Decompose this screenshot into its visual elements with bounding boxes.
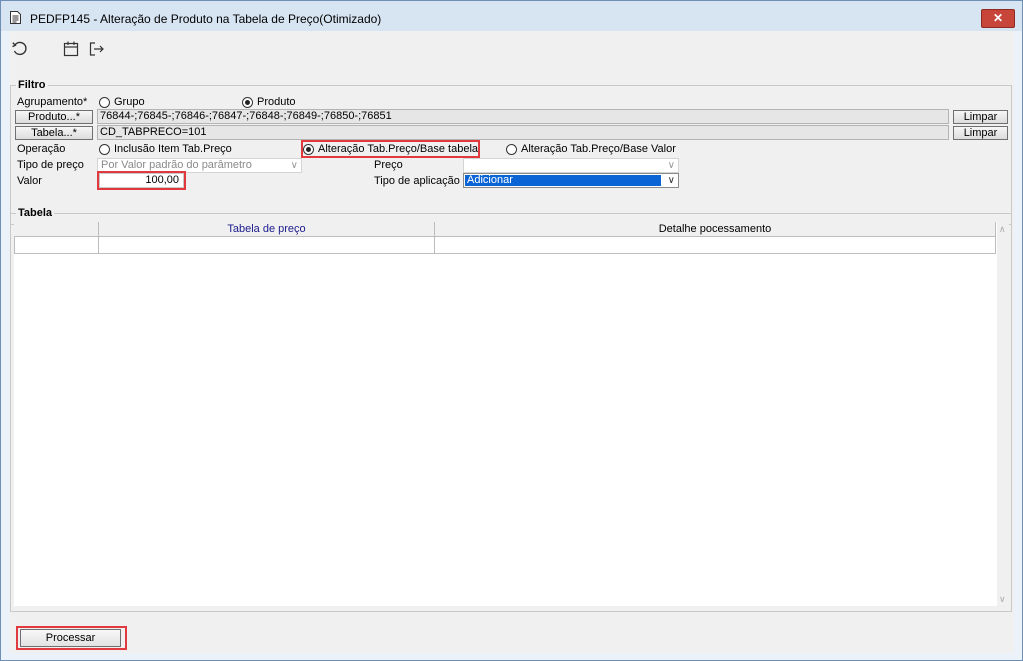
radio-inclusao-label: Inclusão Item Tab.Preço: [114, 143, 232, 155]
operacao-label: Operação: [17, 143, 66, 155]
radio-produto-label: Produto: [257, 96, 296, 108]
processar-button[interactable]: Processar: [20, 629, 121, 647]
radio-base-tabela-label: Alteração Tab.Preço/Base tabela: [318, 143, 479, 155]
main-window: PEDFP145 - Alteração de Produto na Tabel…: [0, 0, 1023, 661]
radio-base-valor[interactable]: [506, 144, 517, 155]
grid-cell[interactable]: [14, 237, 99, 254]
produto-field[interactable]: 76844-;76845-;76846-;76847-;76848-;76849…: [97, 109, 949, 124]
radio-base-tabela[interactable]: [303, 144, 314, 155]
scroll-up-icon[interactable]: ∧: [999, 224, 1006, 234]
tabela-group: Tabela Tabela de preço Detalhe pocessame…: [10, 206, 1012, 612]
grid-cell[interactable]: [435, 237, 996, 254]
filtro-group: Filtro Agrupamento* Grupo Produto Produt…: [10, 78, 1012, 225]
filtro-legend: Filtro: [16, 78, 48, 92]
tipo-aplicacao-select[interactable]: Adicionar ∨: [463, 173, 679, 188]
grid-cell[interactable]: [99, 237, 435, 254]
produto-clear-button[interactable]: Limpar: [953, 110, 1008, 124]
tipo-preco-label: Tipo de preço: [17, 159, 84, 171]
preco-select[interactable]: ∨: [463, 158, 679, 173]
grid-header-tabela-preco[interactable]: Tabela de preço: [99, 222, 435, 237]
tipo-aplicacao-label: Tipo de aplicação: [374, 175, 460, 187]
client-area: Filtro Agrupamento* Grupo Produto Produt…: [9, 31, 1014, 653]
tipo-preco-value: Por Valor padrão do parâmetro: [101, 159, 252, 171]
grid-header-cell[interactable]: [14, 222, 99, 237]
tipo-preco-select[interactable]: Por Valor padrão do parâmetro ∨: [97, 158, 302, 173]
tabela-field[interactable]: CD_TABPRECO=101: [97, 125, 949, 140]
tipo-aplicacao-value: Adicionar: [465, 175, 661, 186]
radio-base-valor-label: Alteração Tab.Preço/Base Valor: [521, 143, 676, 155]
data-grid: Tabela de preço Detalhe pocessamento: [14, 222, 997, 606]
tabela-legend: Tabela: [16, 206, 55, 220]
valor-input[interactable]: 100,00: [99, 173, 184, 188]
radio-grupo-label: Grupo: [114, 96, 145, 108]
tabela-button[interactable]: Tabela...*: [15, 126, 93, 140]
valor-label: Valor: [17, 175, 42, 187]
exit-icon[interactable]: [87, 40, 105, 58]
chevron-down-icon: ∨: [667, 175, 675, 186]
radio-produto[interactable]: [242, 97, 253, 108]
calendar-icon[interactable]: [62, 40, 80, 58]
radio-grupo[interactable]: [99, 97, 110, 108]
refresh-icon[interactable]: [11, 40, 29, 58]
tabela-clear-button[interactable]: Limpar: [953, 126, 1008, 140]
preco-label: Preço: [374, 159, 403, 171]
agrupamento-label: Agrupamento*: [17, 96, 88, 108]
chevron-down-icon: ∨: [290, 160, 298, 171]
grid-header-detalhe[interactable]: Detalhe pocessamento: [435, 222, 996, 237]
produto-button[interactable]: Produto...*: [15, 110, 93, 124]
scroll-down-icon[interactable]: ∨: [999, 594, 1006, 604]
grid-scrollbar[interactable]: ∧ ∨: [997, 222, 1009, 606]
title-bar: PEDFP145 - Alteração de Produto na Tabel…: [1, 1, 1022, 31]
radio-inclusao[interactable]: [99, 144, 110, 155]
document-icon: [10, 11, 21, 24]
window-title: PEDFP145 - Alteração de Produto na Tabel…: [30, 12, 382, 26]
close-button[interactable]: ✕: [981, 9, 1015, 28]
chevron-down-icon: ∨: [667, 160, 675, 171]
